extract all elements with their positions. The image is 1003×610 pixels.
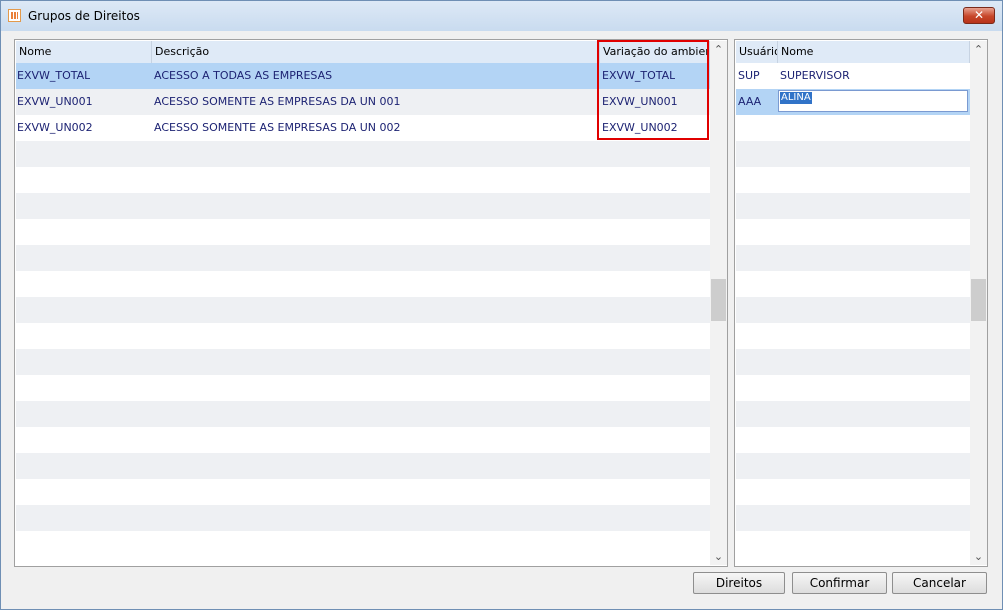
cancelar-button[interactable]: Cancelar [892,572,987,594]
empty-table-row[interactable] [16,349,710,375]
empty-table-row[interactable] [16,401,710,427]
dialog-window: Grupos de Direitos ✕ Nome Descrição Vari… [0,0,1003,610]
cell-descricao: ACESSO SOMENTE AS EMPRESAS DA UN 002 [154,121,401,134]
scroll-up-icon[interactable]: ⌃ [970,41,987,58]
column-header-descricao[interactable]: Descrição [152,41,600,63]
cell-nome: EXVW_UN002 [17,121,93,134]
scroll-thumb[interactable] [711,279,726,321]
empty-table-row[interactable] [736,401,970,427]
table-row[interactable]: SUP SUPERVISOR [736,63,970,89]
empty-table-row[interactable] [736,193,970,219]
empty-table-row[interactable] [736,453,970,479]
empty-table-row[interactable] [16,323,710,349]
scroll-thumb[interactable] [971,279,986,321]
empty-table-row[interactable] [16,505,710,531]
empty-table-row[interactable] [16,479,710,505]
empty-table-row[interactable] [736,271,970,297]
empty-table-row[interactable] [736,427,970,453]
column-header-nome-usuario[interactable]: Nome [778,41,970,63]
empty-table-row[interactable] [16,531,710,557]
column-header-usuario[interactable]: Usuário [736,41,778,63]
empty-table-row[interactable] [16,453,710,479]
scroll-down-icon[interactable]: ⌄ [970,548,987,565]
cell-nome: EXVW_TOTAL [17,69,91,82]
variacao-column-highlight [597,40,709,140]
empty-table-row[interactable] [16,219,710,245]
empty-table-row[interactable] [16,193,710,219]
title-bar: Grupos de Direitos ✕ [1,1,1002,31]
empty-table-row[interactable] [16,375,710,401]
confirmar-button[interactable]: Confirmar [792,572,887,594]
empty-table-row[interactable] [736,505,970,531]
cell-nome-usuario: SUPERVISOR [780,69,850,82]
empty-table-row[interactable] [736,115,970,141]
empty-table-row[interactable] [736,323,970,349]
empty-table-row[interactable] [736,531,970,557]
empty-table-row[interactable] [16,427,710,453]
users-vertical-scrollbar[interactable]: ⌃ ⌄ [970,41,987,565]
empty-table-row[interactable] [16,271,710,297]
direitos-button[interactable]: Direitos [693,572,785,594]
cell-nome: EXVW_UN001 [17,95,93,108]
window-title: Grupos de Direitos [28,9,140,23]
scroll-up-icon[interactable]: ⌃ [710,41,727,58]
empty-table-row[interactable] [736,167,970,193]
cell-usuario: SUP [738,69,760,82]
groups-vertical-scrollbar[interactable]: ⌃ ⌄ [710,41,727,565]
empty-table-row[interactable] [736,297,970,323]
cell-usuario: AAA [738,95,762,108]
app-icon [8,9,21,22]
empty-table-row[interactable] [736,141,970,167]
empty-table-row[interactable] [16,167,710,193]
edit-selected-text: ALINA [780,92,812,104]
empty-table-row[interactable] [736,219,970,245]
empty-table-row[interactable] [736,245,970,271]
close-button[interactable]: ✕ [963,7,995,24]
empty-table-row[interactable] [736,349,970,375]
users-table: Usuário Nome SUP SUPERVISOR AAA ⌃ ⌄ [734,39,988,567]
cell-descricao: ACESSO A TODAS AS EMPRESAS [154,69,333,82]
empty-table-row[interactable] [736,375,970,401]
scroll-down-icon[interactable]: ⌄ [710,548,727,565]
user-name-edit-field[interactable]: ALINA [778,90,968,112]
cell-descricao: ACESSO SOMENTE AS EMPRESAS DA UN 001 [154,95,401,108]
empty-table-row[interactable] [16,297,710,323]
empty-table-row[interactable] [16,245,710,271]
empty-table-row[interactable] [16,141,710,167]
column-header-nome[interactable]: Nome [16,41,152,63]
empty-table-row[interactable] [736,479,970,505]
